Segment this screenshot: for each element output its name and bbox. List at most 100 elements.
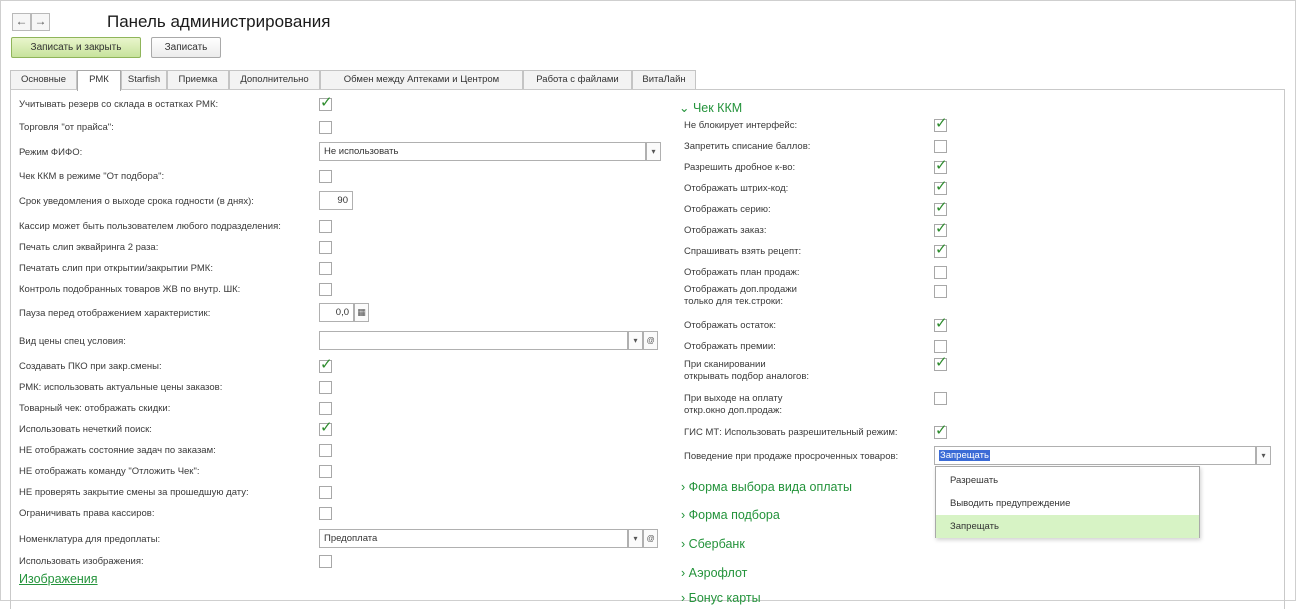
section-aeroflot[interactable]: › Аэрофлот bbox=[681, 566, 747, 580]
dropdown-arrow-icon[interactable]: ▾ bbox=[628, 331, 643, 350]
show-stock-checkbox[interactable]: ✓ bbox=[934, 315, 948, 332]
page-title: Панель администрирования bbox=[107, 12, 331, 31]
chevron-down-icon: ⌄ bbox=[679, 101, 693, 115]
special-price-input[interactable] bbox=[319, 331, 628, 350]
price-trade-checkbox[interactable] bbox=[319, 121, 332, 134]
option-warn[interactable]: Выводить предупреждение bbox=[936, 492, 1199, 515]
show-bonus-checkbox[interactable] bbox=[934, 340, 947, 353]
addon-sales-row-checkbox[interactable] bbox=[934, 285, 947, 298]
open-link-icon[interactable]: @ bbox=[643, 331, 658, 350]
field-label: При выходе на оплату bbox=[684, 393, 783, 404]
show-sales-plan-checkbox[interactable] bbox=[934, 266, 947, 279]
expired-behavior-select[interactable]: Запрещать bbox=[934, 446, 1256, 465]
field-label: Отображать штрих-код: bbox=[684, 183, 789, 194]
hide-postpone-checkbox[interactable] bbox=[319, 465, 332, 478]
actual-prices-checkbox[interactable] bbox=[319, 381, 332, 394]
section-check-kkm[interactable]: ⌄ Чек ККМ bbox=[679, 100, 742, 115]
show-discounts-checkbox[interactable] bbox=[319, 402, 332, 415]
checkmark-icon: ✓ bbox=[935, 178, 948, 195]
payment-addon-checkbox[interactable] bbox=[934, 392, 947, 405]
limit-cashier-checkbox[interactable] bbox=[319, 507, 332, 520]
field-label: Срок уведомления о выходе срока годности… bbox=[19, 196, 254, 207]
expiry-days-input[interactable]: 90 bbox=[319, 191, 353, 210]
dropdown-arrow-icon[interactable]: ▾ bbox=[628, 529, 643, 548]
save-and-close-button[interactable]: Записать и закрыть bbox=[11, 37, 141, 58]
forward-icon[interactable]: → bbox=[31, 13, 50, 31]
option-allow[interactable]: Разрешать bbox=[936, 469, 1199, 492]
fractional-qty-checkbox[interactable]: ✓ bbox=[934, 157, 948, 174]
tab-rmk[interactable]: РМК bbox=[77, 70, 121, 91]
scan-analogs-checkbox[interactable]: ✓ bbox=[934, 354, 948, 371]
section-sberbank[interactable]: › Сбербанк bbox=[681, 537, 745, 551]
field-label: Кассир может быть пользователем любого п… bbox=[19, 221, 281, 232]
cashier-any-unit-checkbox[interactable] bbox=[319, 220, 332, 233]
tab-starfish[interactable]: Starfish bbox=[121, 70, 167, 89]
tab-vitaline[interactable]: ВитаЛайн bbox=[632, 70, 696, 89]
tab-files[interactable]: Работа с файлами bbox=[523, 70, 632, 89]
field-label: Пауза перед отображением характеристик: bbox=[19, 308, 211, 319]
back-icon[interactable]: ← bbox=[12, 13, 31, 31]
field-label: Не блокирует интерфейс: bbox=[684, 120, 798, 131]
field-label: РМК: использовать актуальные цены заказо… bbox=[19, 382, 223, 393]
dropdown-arrow-icon[interactable]: ▾ bbox=[1256, 446, 1271, 465]
tab-main[interactable]: Основные bbox=[10, 70, 77, 89]
field-label: Торговля "от прайса": bbox=[19, 122, 114, 133]
dropdown-arrow-icon[interactable]: ▾ bbox=[646, 142, 661, 161]
use-images-checkbox[interactable] bbox=[319, 555, 332, 568]
field-label: Отображать заказ: bbox=[684, 225, 767, 236]
no-shift-check-checkbox[interactable] bbox=[319, 486, 332, 499]
gis-mt-checkbox[interactable]: ✓ bbox=[934, 422, 948, 439]
section-bonus-cards[interactable]: › Бонус карты bbox=[681, 591, 761, 605]
fifo-select[interactable]: Не использовать bbox=[319, 142, 646, 161]
prepayment-nomenclature-input[interactable]: Предоплата bbox=[319, 529, 628, 548]
chevron-right-icon: › bbox=[681, 508, 689, 522]
field-label: Отображать доп.продажи bbox=[684, 284, 797, 295]
field-label: Отображать серию: bbox=[684, 204, 771, 215]
calculator-icon[interactable]: ▦ bbox=[354, 303, 369, 322]
field-label: Товарный чек: отображать скидки: bbox=[19, 403, 171, 414]
field-label: Разрешить дробное к-во: bbox=[684, 162, 796, 173]
field-label: Ограничивать права кассиров: bbox=[19, 508, 155, 519]
checkmark-icon: ✓ bbox=[320, 356, 333, 373]
tab-additional[interactable]: Дополнительно bbox=[229, 70, 320, 89]
no-block-ui-checkbox[interactable]: ✓ bbox=[934, 115, 948, 132]
fuzzy-search-checkbox[interactable]: ✓ bbox=[319, 419, 333, 436]
field-label: Отображать план продаж: bbox=[684, 267, 800, 278]
field-label: Запретить списание баллов: bbox=[684, 141, 811, 152]
field-label: открывать подбор аналогов: bbox=[684, 371, 810, 382]
field-label: Учитывать резерв со склада в остатках РМ… bbox=[19, 99, 219, 110]
slip-twice-checkbox[interactable] bbox=[319, 241, 332, 254]
chevron-right-icon: › bbox=[681, 480, 689, 494]
slip-open-close-checkbox[interactable] bbox=[319, 262, 332, 275]
checkmark-icon: ✓ bbox=[935, 354, 948, 371]
tab-exchange[interactable]: Обмен между Аптеками и Центром bbox=[320, 70, 523, 89]
save-button[interactable]: Записать bbox=[151, 37, 221, 58]
tab-receiving[interactable]: Приемка bbox=[167, 70, 229, 89]
field-label: Использовать нечеткий поиск: bbox=[19, 424, 152, 435]
field-label: Печатать слип при открытии/закрытии РМК: bbox=[19, 263, 213, 274]
show-barcode-checkbox[interactable]: ✓ bbox=[934, 178, 948, 195]
field-label: Использовать изображения: bbox=[19, 556, 144, 567]
section-payment-form[interactable]: › Форма выбора вида оплаты bbox=[681, 480, 852, 494]
field-label: Спрашивать взять рецепт: bbox=[684, 246, 802, 257]
ask-recipe-checkbox[interactable]: ✓ bbox=[934, 241, 948, 258]
open-link-icon[interactable]: @ bbox=[643, 529, 658, 548]
field-label: Печать слип эквайринга 2 раза: bbox=[19, 242, 159, 253]
section-selection-form[interactable]: › Форма подбора bbox=[681, 508, 780, 522]
forbid-points-checkbox[interactable] bbox=[934, 140, 947, 153]
pause-input[interactable]: 0,0 bbox=[319, 303, 354, 322]
reserve-checkbox[interactable]: ✓ bbox=[319, 94, 333, 111]
hide-task-state-checkbox[interactable] bbox=[319, 444, 332, 457]
from-selection-checkbox[interactable] bbox=[319, 170, 332, 183]
field-label: откр.окно доп.продаж: bbox=[684, 405, 783, 416]
option-forbid[interactable]: Запрещать bbox=[936, 515, 1199, 538]
show-order-checkbox[interactable]: ✓ bbox=[934, 220, 948, 237]
zhv-control-checkbox[interactable] bbox=[319, 283, 332, 296]
field-label: Создавать ПКО при закр.смены: bbox=[19, 361, 162, 372]
checkmark-icon: ✓ bbox=[935, 199, 948, 216]
create-pko-checkbox[interactable]: ✓ bbox=[319, 356, 333, 373]
field-label: Отображать остаток: bbox=[684, 320, 776, 331]
checkmark-icon: ✓ bbox=[935, 157, 948, 174]
images-link[interactable]: Изображения bbox=[19, 572, 98, 586]
show-series-checkbox[interactable]: ✓ bbox=[934, 199, 948, 216]
